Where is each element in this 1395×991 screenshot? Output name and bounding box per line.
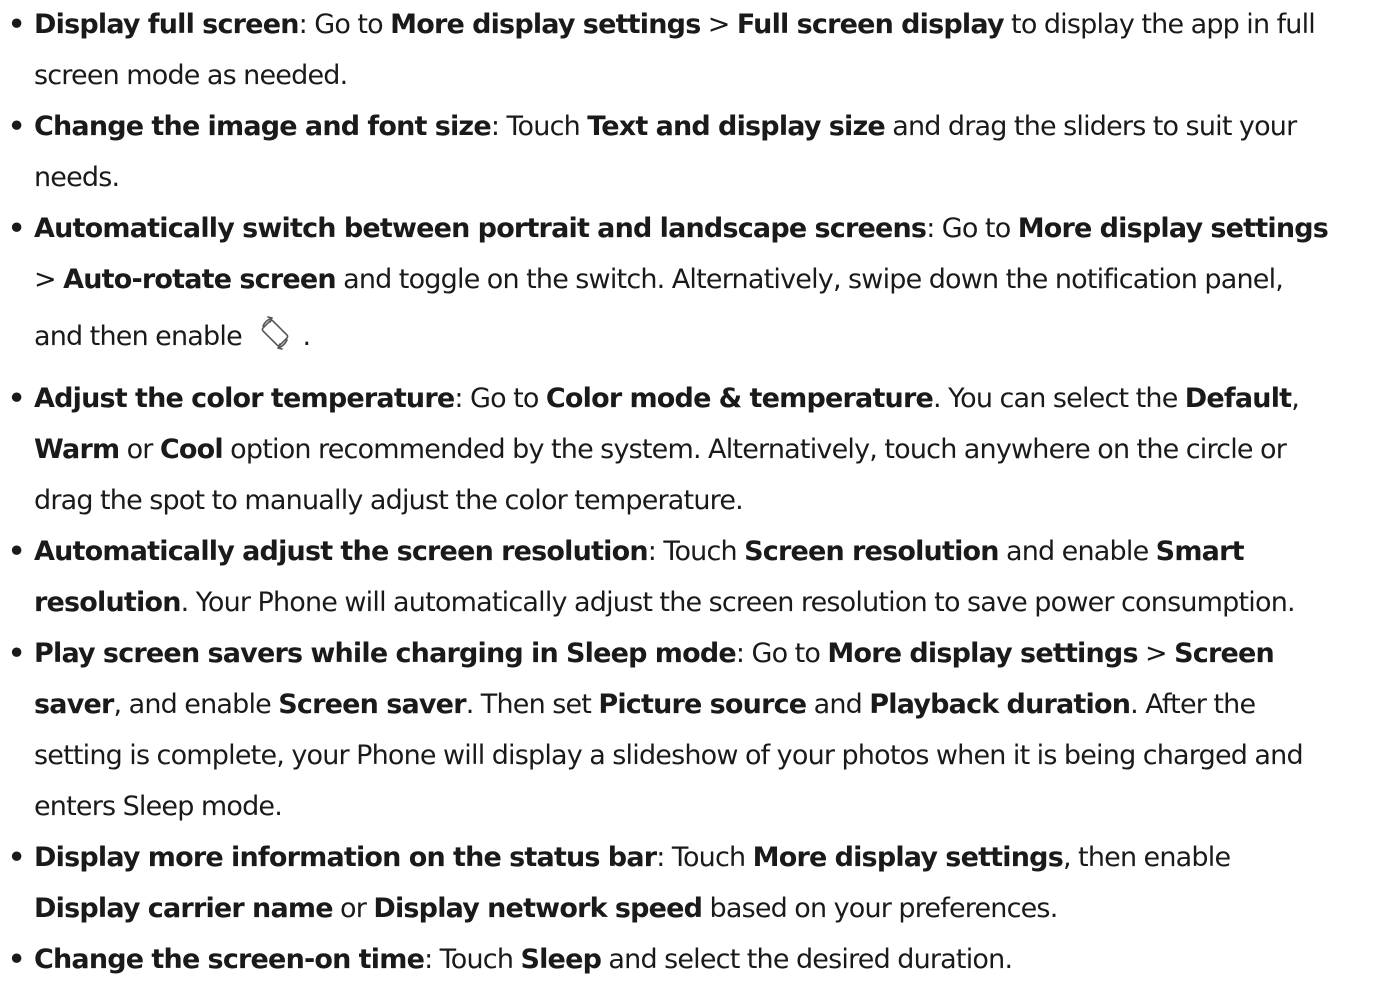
list-item-line: Display carrier name or Display network … xyxy=(34,891,1058,927)
body-text: , xyxy=(1291,383,1300,414)
bold-term: Change the screen-on time xyxy=(34,944,425,975)
list-item-line: Display more information on the status b… xyxy=(34,840,1231,876)
bold-term: More display settings xyxy=(752,842,1064,873)
bold-term: Cool xyxy=(159,434,224,465)
list-item-line: Change the image and font size: Touch Te… xyxy=(34,109,1297,145)
list-item-line: Automatically switch between portrait an… xyxy=(34,211,1329,247)
bold-term: Change the image and font size xyxy=(34,111,492,142)
body-text: . After the xyxy=(1130,689,1256,720)
bold-term: More display settings xyxy=(827,638,1138,669)
bold-term: More display settings xyxy=(390,9,701,40)
bold-term: Screen xyxy=(1174,638,1275,669)
bold-term: Color mode & temperature xyxy=(545,383,934,414)
list-item-line: drag the spot to manually adjust the col… xyxy=(34,483,744,519)
bold-term: More display settings xyxy=(1017,213,1329,244)
body-text: . Then set xyxy=(465,689,599,720)
bullet-marker: • xyxy=(8,536,25,567)
body-text: setting is complete, your Phone will dis… xyxy=(34,740,1304,771)
bold-term: Automatically switch between portrait an… xyxy=(34,213,927,244)
list-item-line: enters Sleep mode. xyxy=(34,789,283,825)
bold-term: saver xyxy=(34,689,114,720)
body-text: . xyxy=(295,321,311,352)
bold-term: Display network speed xyxy=(373,893,703,924)
list-item-line: Adjust the color temperature: Go to Colo… xyxy=(34,381,1300,417)
list-item-line: Automatically adjust the screen resoluti… xyxy=(34,534,1245,570)
body-text: drag the spot to manually adjust the col… xyxy=(34,485,744,516)
body-text: and then enable xyxy=(34,321,250,352)
bold-term: Screen resolution xyxy=(744,536,999,567)
body-text: : Touch xyxy=(647,536,745,567)
body-text: : Go to xyxy=(454,383,546,414)
body-text: and xyxy=(806,689,870,720)
body-text: , then enable xyxy=(1062,842,1231,873)
body-text: : Touch xyxy=(656,842,753,873)
bold-term: Text and display size xyxy=(587,111,886,142)
bullet-marker: • xyxy=(8,944,25,975)
body-text: : Go to xyxy=(735,638,828,669)
bold-term: Automatically adjust the screen resoluti… xyxy=(34,536,649,567)
bold-term: Default xyxy=(1184,383,1292,414)
bullet-marker: • xyxy=(8,383,25,414)
list-item-line: > Auto-rotate screen and toggle on the s… xyxy=(34,262,1284,298)
bold-term: Display carrier name xyxy=(34,893,334,924)
bold-term: Full screen display xyxy=(736,9,1005,40)
bullet-marker: • xyxy=(8,213,25,244)
list-item-line: needs. xyxy=(34,160,120,196)
body-text: enters Sleep mode. xyxy=(34,791,283,822)
bold-term: resolution xyxy=(34,587,181,618)
body-text: : Go to xyxy=(298,9,391,40)
bold-term: Sleep xyxy=(520,944,602,975)
list-item-line: screen mode as needed. xyxy=(34,58,348,94)
list-item-line: resolution. Your Phone will automaticall… xyxy=(34,585,1296,621)
bold-term: Play screen savers while charging in Sle… xyxy=(34,638,737,669)
body-text: . Your Phone will automatically adjust t… xyxy=(180,587,1296,618)
body-text: : Touch xyxy=(490,111,588,142)
list-item-line: Display full screen: Go to More display … xyxy=(34,7,1316,43)
auto-rotate-icon xyxy=(261,316,289,350)
body-text: > xyxy=(34,264,64,295)
list-item-line: Warm or Cool option recommended by the s… xyxy=(34,432,1287,468)
bullet-marker: • xyxy=(8,9,25,40)
body-text: option recommended by the system. Altern… xyxy=(222,434,1287,465)
bold-term: Smart xyxy=(1155,536,1245,567)
body-text: : Touch xyxy=(424,944,521,975)
bullet-marker: • xyxy=(8,638,25,669)
bold-term: Warm xyxy=(34,434,120,465)
body-text: . You can select the xyxy=(933,383,1185,414)
list-item-line: saver, and enable Screen saver. Then set… xyxy=(34,687,1256,723)
bullet-marker: • xyxy=(8,842,25,873)
body-text: , and enable xyxy=(113,689,279,720)
list-item-line: and then enable . xyxy=(34,313,311,355)
body-text: or xyxy=(332,893,374,924)
display-settings-tips: • Display full screen: Go to More display… xyxy=(0,0,1395,991)
body-text: and enable xyxy=(998,536,1156,567)
body-text: : Go to xyxy=(926,213,1018,244)
body-text: > xyxy=(1137,638,1175,669)
bold-term: Adjust the color temperature xyxy=(34,383,455,414)
body-text: needs. xyxy=(34,162,120,193)
body-text: to display the app in full xyxy=(1003,9,1316,40)
body-text: and drag the sliders to suit your xyxy=(884,111,1297,142)
bold-term: Screen saver xyxy=(278,689,466,720)
body-text: and select the desired duration. xyxy=(601,944,1013,975)
bold-term: Picture source xyxy=(598,689,807,720)
bold-term: Auto-rotate screen xyxy=(63,264,337,295)
body-text: screen mode as needed. xyxy=(34,60,348,91)
list-item-line: setting is complete, your Phone will dis… xyxy=(34,738,1304,774)
bold-term: Display more information on the status b… xyxy=(34,842,657,873)
list-item-line: Change the screen-on time: Touch Sleep a… xyxy=(34,942,1013,978)
body-text: > xyxy=(700,9,737,40)
body-text: and toggle on the switch. Alternatively,… xyxy=(335,264,1284,295)
list-item-line: Play screen savers while charging in Sle… xyxy=(34,636,1275,672)
body-text: or xyxy=(119,434,160,465)
bold-term: Display full screen xyxy=(34,9,299,40)
bold-term: Playback duration xyxy=(869,689,1131,720)
bullet-marker: • xyxy=(8,111,25,142)
body-text: based on your preferences. xyxy=(702,893,1058,924)
